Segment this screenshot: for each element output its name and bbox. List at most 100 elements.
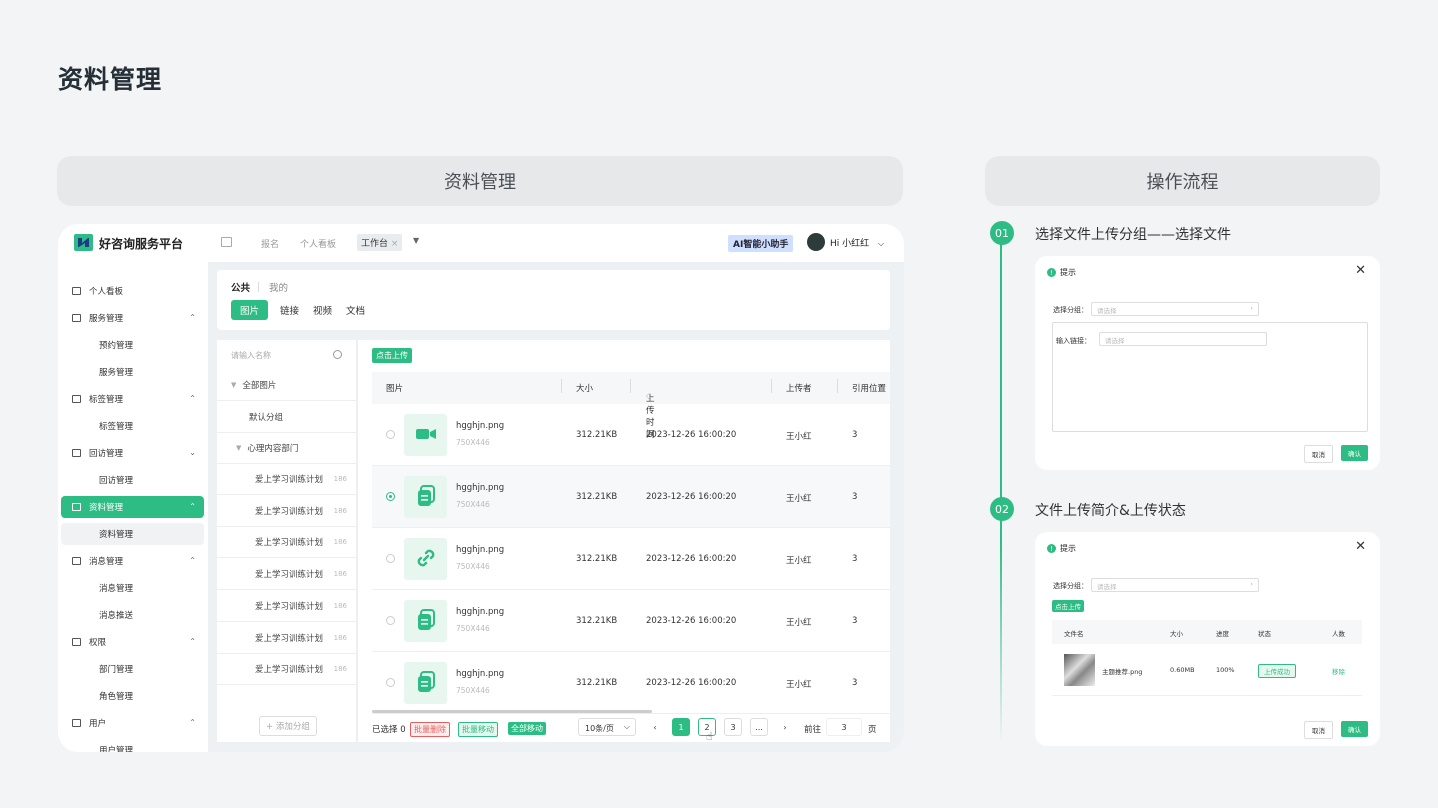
- group-search-input[interactable]: 请输入名称: [231, 350, 271, 361]
- chevron-down-icon[interactable]: ▼: [413, 236, 419, 245]
- top-bar: 好咨询服务平台 报名 个人看板 工作台 × ▼ AI智能小助手 Hi 小红红 ⌵: [58, 224, 904, 262]
- group-item[interactable]: 爱上学习训练计划 186: [217, 654, 357, 686]
- batch-move-button[interactable]: 批量移动: [458, 722, 498, 737]
- sidebar-item[interactable]: 个人看板: [61, 280, 204, 302]
- file-dimensions: 750X446: [456, 624, 490, 633]
- sidebar-item[interactable]: 回访管理 ⌄: [61, 442, 204, 464]
- sidebar-item[interactable]: 权限 ⌃: [61, 631, 204, 653]
- sidebar-item[interactable]: 消息管理 ⌃: [61, 550, 204, 572]
- goto-input[interactable]: 3: [826, 718, 862, 736]
- sidebar-subitem[interactable]: 角色管理: [61, 685, 204, 707]
- cancel-button[interactable]: 取消: [1304, 445, 1333, 463]
- group-item[interactable]: 爱上学习训练计划 186: [217, 591, 357, 622]
- col-size: 大小: [1170, 630, 1183, 638]
- prev-page-icon[interactable]: ‹: [646, 718, 664, 736]
- sidebar-subitem[interactable]: 用户管理: [61, 739, 204, 752]
- tab-workbench[interactable]: 工作台 ×: [357, 234, 403, 251]
- group-item[interactable]: 爱上学习训练计划 186: [217, 496, 357, 527]
- close-icon[interactable]: ✕: [1355, 263, 1366, 278]
- search-icon[interactable]: [333, 350, 342, 359]
- row-radio[interactable]: [386, 616, 395, 625]
- cancel-button[interactable]: 取消: [1304, 721, 1333, 739]
- tab-links[interactable]: 链接: [280, 303, 299, 317]
- table-row[interactable]: hgghjn.png 750X446 312.21KB 2023-12-26 16:0…: [372, 466, 890, 528]
- step-title-1: 选择文件上传分组——选择文件: [1035, 227, 1231, 243]
- add-group-button[interactable]: + 添加分组: [259, 716, 317, 736]
- page-3[interactable]: 3: [724, 718, 742, 736]
- sidebar-item[interactable]: 资料管理 ⌃: [61, 496, 204, 518]
- tab-public[interactable]: 公共: [231, 280, 250, 294]
- tab-images[interactable]: 图片: [231, 300, 269, 320]
- group-item[interactable]: 爱上学习训练计划 186: [217, 623, 357, 654]
- group-item[interactable]: 爱上学习训练计划 186: [217, 527, 357, 559]
- sort-icon[interactable]: ◇: [646, 392, 651, 400]
- nav-signup[interactable]: 报名: [261, 237, 279, 250]
- tab-videos[interactable]: 视频: [313, 303, 332, 317]
- divider: [561, 379, 562, 393]
- group-item[interactable]: 爱上学习训练计划 186: [217, 464, 357, 495]
- link-label: 输入链接：: [1056, 337, 1091, 345]
- row-radio[interactable]: [386, 430, 395, 439]
- user-name[interactable]: Hi 小红红 ⌵: [830, 236, 884, 249]
- remove-link[interactable]: 移除: [1332, 666, 1345, 676]
- sidebar-subitem[interactable]: 标签管理: [61, 415, 204, 437]
- group-default[interactable]: 默认分组: [217, 402, 357, 433]
- scrollbar[interactable]: [372, 710, 652, 713]
- table-row[interactable]: hgghjn.png 750X446 312.21KB 2023-12-26 16:0…: [372, 404, 890, 466]
- file-name: hgghjn.png: [456, 669, 505, 679]
- group-select[interactable]: 请选择 ›: [1091, 578, 1259, 592]
- table-row[interactable]: hgghjn.png 750X446 312.21KB 2023-12-26 16:0…: [372, 590, 890, 652]
- close-icon[interactable]: ×: [391, 239, 399, 249]
- chevron-down-icon: ⌄: [189, 448, 196, 457]
- sidebar-item[interactable]: 服务管理 ⌃: [61, 307, 204, 329]
- group-dept[interactable]: ▼ 心理内容部门: [217, 433, 357, 464]
- group-select[interactable]: 请选择 ›: [1091, 302, 1259, 316]
- batch-delete-button[interactable]: 批量删除: [410, 722, 450, 737]
- page-1[interactable]: 1: [672, 718, 690, 736]
- user-name-label: Hi 小红红: [830, 239, 870, 249]
- row-radio[interactable]: [386, 492, 395, 501]
- row-radio[interactable]: [386, 678, 395, 687]
- file-name: hgghjn.png: [456, 483, 505, 493]
- link-input[interactable]: 请选择: [1099, 332, 1267, 346]
- group-item[interactable]: 爱上学习训练计划 186: [217, 559, 357, 591]
- menu-icon: [72, 314, 81, 322]
- group-all[interactable]: ▼ 全部图片: [217, 370, 357, 401]
- upload-button[interactable]: 点击上传: [1052, 600, 1084, 612]
- group-count: 186: [333, 665, 347, 674]
- menu-icon: [72, 503, 81, 511]
- document-icon: [416, 608, 436, 634]
- status-badge: 上传成功: [1258, 664, 1296, 678]
- tab-mine[interactable]: 我的: [269, 280, 288, 294]
- nav-dashboard[interactable]: 个人看板: [300, 237, 336, 250]
- sidebar-subitem[interactable]: 回访管理: [61, 469, 204, 491]
- close-icon[interactable]: ✕: [1355, 539, 1366, 554]
- tab-docs[interactable]: 文档: [346, 303, 365, 317]
- next-page-icon[interactable]: ›: [776, 718, 794, 736]
- sidebar-subitem[interactable]: 部门管理: [61, 658, 204, 680]
- row-radio[interactable]: [386, 554, 395, 563]
- menu-toggle-icon[interactable]: [221, 237, 232, 247]
- table-row[interactable]: hgghjn.png 750X446 312.21KB 2023-12-26 16:0…: [372, 528, 890, 590]
- sidebar-subitem[interactable]: 消息推送: [61, 604, 204, 626]
- move-all-button[interactable]: 全部移动: [508, 722, 546, 735]
- sidebar-item[interactable]: 用户 ⌃: [61, 712, 204, 734]
- file-size: 312.21KB: [576, 554, 618, 564]
- page-ellipsis[interactable]: ...: [750, 718, 768, 736]
- dialog-upload-status: ! 提示 ✕ 选择分组： 请选择 › 点击上传 文件名 大小 进度 状态 人数 主题…: [1035, 532, 1380, 746]
- table-row[interactable]: hgghjn.png 750X446 312.21KB 2023-12-26 16:0…: [372, 652, 890, 714]
- sidebar-item-label: 资料管理: [89, 503, 124, 513]
- confirm-button[interactable]: 确认: [1341, 721, 1368, 737]
- group-label: 爱上学习训练计划: [255, 506, 324, 517]
- avatar[interactable]: [807, 233, 825, 251]
- sidebar-subitem[interactable]: 资料管理: [61, 523, 204, 545]
- confirm-button[interactable]: 确认: [1341, 445, 1368, 461]
- sidebar-item[interactable]: 标签管理 ⌃: [61, 388, 204, 410]
- sidebar-subitem[interactable]: 消息管理: [61, 577, 204, 599]
- sidebar-subitem[interactable]: 预约管理: [61, 334, 204, 356]
- ai-assistant-button[interactable]: AI智能小助手: [728, 235, 794, 252]
- upload-button[interactable]: 点击上传: [372, 348, 412, 363]
- sidebar-subitem[interactable]: 服务管理: [61, 361, 204, 383]
- group-label: 爱上学习训练计划: [255, 633, 324, 644]
- page-size-select[interactable]: 10条/页 ⌵: [578, 718, 636, 736]
